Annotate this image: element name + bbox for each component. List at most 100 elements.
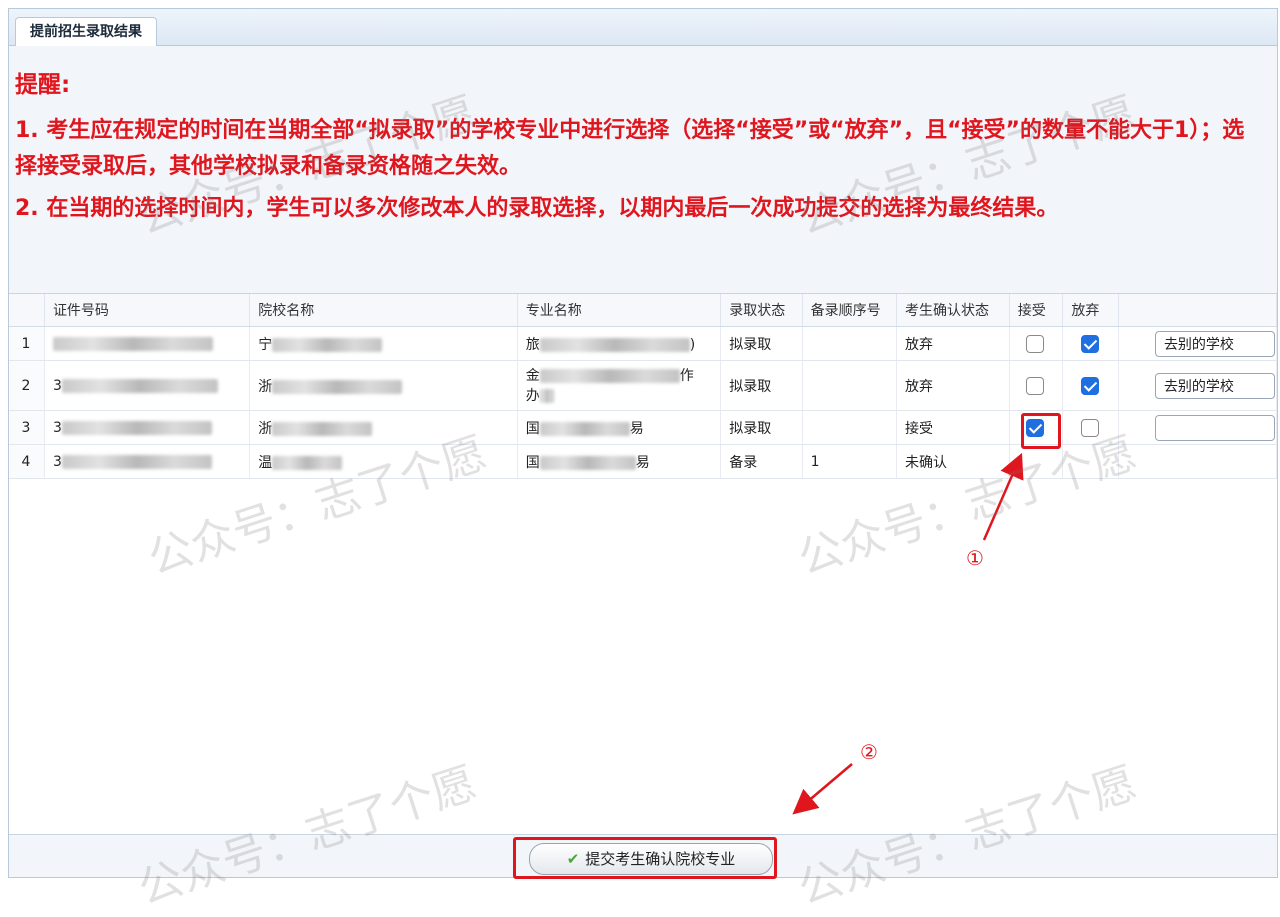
accept-checkbox[interactable] <box>1025 376 1044 395</box>
blurred-id <box>61 420 212 435</box>
status-cell: 拟录取 <box>720 410 803 445</box>
reject-checkbox[interactable] <box>1081 334 1100 353</box>
reason-cell: 去别的学校 <box>1118 326 1277 361</box>
major-name: 国 <box>525 420 540 437</box>
accept-cell <box>1009 360 1064 411</box>
reason-select[interactable]: 去别的学校 <box>1154 372 1275 399</box>
reject-checkbox[interactable] <box>1081 418 1100 437</box>
status-cell: 拟录取 <box>720 360 803 411</box>
blurred-major <box>539 368 680 383</box>
header-reason <box>1118 294 1277 327</box>
id-number-cell: 3 <box>44 410 251 445</box>
accept-cell <box>1009 444 1064 479</box>
admission-grid: 证件号码 院校名称 专业名称 录取状态 备录顺序号 考生确认状态 接受 放弃 1… <box>9 293 1277 835</box>
header-major-name[interactable]: 专业名称 <box>517 294 722 327</box>
row-number: 1 <box>9 326 45 361</box>
checkmark-icon: ✔ <box>566 850 580 868</box>
id-number-cell <box>44 326 251 361</box>
tab-early-admission-results[interactable]: 提前招生录取结果 <box>15 17 157 46</box>
reject-checkbox[interactable] <box>1081 376 1100 395</box>
header-backup-order[interactable]: 备录顺序号 <box>802 294 898 327</box>
notice-area: 提醒: 1. 考生应在规定的时间在当期全部“拟录取”的学校专业中进行选择（选择“… <box>9 59 1277 291</box>
blurred-major <box>539 421 630 436</box>
header-admission-status[interactable]: 录取状态 <box>720 294 803 327</box>
row-number: 4 <box>9 444 45 479</box>
major-cell: 国易 <box>517 444 722 479</box>
school-name: 浙 <box>258 420 273 437</box>
reason-cell <box>1118 410 1277 445</box>
confirm-cell: 放弃 <box>896 326 1010 361</box>
major-cell: 金 作办 <box>517 360 722 411</box>
major-suffix: ) <box>689 336 696 353</box>
table-header-row: 证件号码 院校名称 专业名称 录取状态 备录顺序号 考生确认状态 接受 放弃 <box>9 294 1277 327</box>
confirm-cell: 放弃 <box>896 360 1010 411</box>
notice-text: 提醒: 1. 考生应在规定的时间在当期全部“拟录取”的学校专业中进行选择（选择“… <box>15 67 1265 233</box>
submit-label: 提交考生确认院校专业 <box>585 850 736 868</box>
reject-cell <box>1062 410 1119 445</box>
tab-bar: 提前招生录取结果 <box>9 9 1277 46</box>
school-cell: 浙 <box>249 410 518 445</box>
confirm-cell: 未确认 <box>896 444 1010 479</box>
notice-title: 提醒: <box>15 72 71 98</box>
reject-cell <box>1062 444 1119 479</box>
reason-cell: 去别的学校 <box>1118 360 1277 411</box>
blurred-major <box>539 455 636 470</box>
submit-confirmation-button[interactable]: ✔ 提交考生确认院校专业 <box>529 843 773 875</box>
reason-cell <box>1118 444 1277 479</box>
major-cell: 旅) <box>517 326 722 361</box>
major-name: 金 <box>525 367 540 384</box>
major-cell: 国易 <box>517 410 722 445</box>
id-prefix: 3 <box>52 419 62 436</box>
header-accept[interactable]: 接受 <box>1009 294 1064 327</box>
school-name: 宁 <box>258 336 273 353</box>
blurred-school <box>272 379 403 394</box>
status-cell: 备录 <box>720 444 803 479</box>
confirm-cell: 接受 <box>896 410 1010 445</box>
header-school-name[interactable]: 院校名称 <box>249 294 518 327</box>
major-line-2: 办 <box>525 387 540 404</box>
blurred-id <box>52 336 213 351</box>
major-suffix: 易 <box>629 420 644 437</box>
reason-select[interactable]: 去别的学校 <box>1154 330 1275 357</box>
table-row[interactable]: 1 宁 旅) 拟录取 放弃 去别的学校 <box>9 326 1277 361</box>
row-number: 2 <box>9 360 45 411</box>
table-row[interactable]: 3 3 浙 国易 拟录取 接受 <box>9 410 1277 445</box>
main-frame: 提前招生录取结果 提醒: 1. 考生应在规定的时间在当期全部“拟录取”的学校专业… <box>8 8 1278 879</box>
reason-select[interactable] <box>1154 414 1275 441</box>
header-reject[interactable]: 放弃 <box>1062 294 1119 327</box>
blurred-school <box>272 337 383 352</box>
accept-checkbox[interactable] <box>1025 334 1044 353</box>
id-prefix: 3 <box>52 377 62 394</box>
blurred-school <box>272 455 343 470</box>
blurred-id <box>61 454 212 469</box>
header-confirm-status[interactable]: 考生确认状态 <box>896 294 1010 327</box>
accept-cell <box>1009 326 1064 361</box>
accept-highlight-box <box>1021 413 1061 449</box>
id-number-cell: 3 <box>44 360 251 411</box>
annotation-marker-1: ① <box>966 546 984 570</box>
major-name: 国 <box>525 454 540 471</box>
blurred-id <box>61 378 218 393</box>
school-name: 温 <box>258 454 273 471</box>
status-cell: 拟录取 <box>720 326 803 361</box>
admission-table: 证件号码 院校名称 专业名称 录取状态 备录顺序号 考生确认状态 接受 放弃 1… <box>9 294 1277 479</box>
order-cell <box>802 326 898 361</box>
annotation-marker-2: ② <box>860 740 878 764</box>
school-cell: 浙 <box>249 360 518 411</box>
submit-bar: ✔ 提交考生确认院校专业 <box>9 835 1277 879</box>
reject-cell <box>1062 326 1119 361</box>
row-number: 3 <box>9 410 45 445</box>
major-suffix: 易 <box>635 454 650 471</box>
blurred-school <box>272 421 373 436</box>
school-cell: 温 <box>249 444 518 479</box>
table-row[interactable]: 4 3 温 国易 备录 1 未确认 <box>9 444 1277 479</box>
header-id-number[interactable]: 证件号码 <box>44 294 251 327</box>
major-suffix: 作 <box>679 367 694 384</box>
school-name: 浙 <box>258 378 273 395</box>
header-rownum <box>9 294 45 327</box>
table-row[interactable]: 2 3 浙 金 作办 拟录取 放弃 去别的学校 <box>9 360 1277 411</box>
id-prefix: 3 <box>52 453 62 470</box>
major-name: 旅 <box>525 336 540 353</box>
order-cell: 1 <box>802 444 898 479</box>
school-cell: 宁 <box>249 326 518 361</box>
